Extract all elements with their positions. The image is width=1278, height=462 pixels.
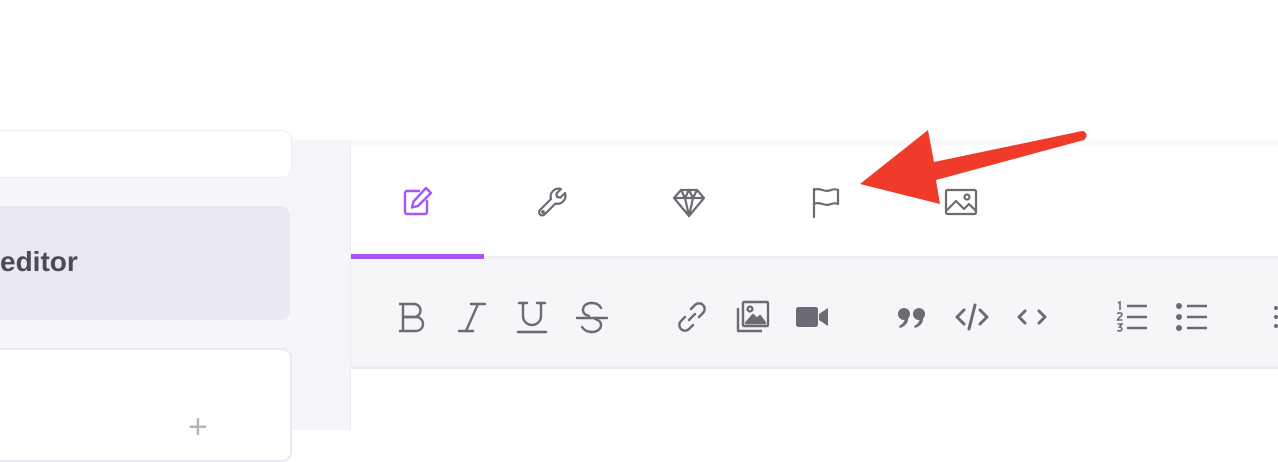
sidebar: editor + xyxy=(0,130,351,462)
wrench-icon xyxy=(537,187,567,217)
editor-panel xyxy=(351,140,1278,430)
inline-code-button[interactable] xyxy=(1012,299,1052,335)
sidebar-item-label: editor xyxy=(0,246,78,277)
ordered-list-icon xyxy=(1116,300,1147,332)
tab-premium[interactable] xyxy=(623,170,755,240)
italic-icon xyxy=(457,302,487,333)
flag-icon xyxy=(812,187,840,219)
quote-icon xyxy=(898,308,925,328)
inline-code-icon xyxy=(1017,309,1047,325)
tab-settings[interactable] xyxy=(487,170,619,240)
link-button[interactable] xyxy=(672,299,712,335)
bullet-list-button[interactable] xyxy=(1172,299,1212,335)
code-block-button[interactable] xyxy=(952,299,992,335)
strikethrough-icon xyxy=(575,301,609,334)
bold-button[interactable] xyxy=(392,299,432,335)
ordered-list-button[interactable] xyxy=(1112,299,1152,335)
formatting-toolbar xyxy=(351,259,1278,369)
bullet-list-icon xyxy=(1176,303,1207,331)
more-options-button[interactable] xyxy=(1266,299,1278,335)
tab-flag[interactable] xyxy=(759,170,891,240)
edit-icon xyxy=(403,186,433,216)
more-icon xyxy=(1274,306,1278,328)
insert-image-button[interactable] xyxy=(732,299,772,335)
sidebar-item-editor[interactable]: editor xyxy=(0,206,290,320)
strikethrough-button[interactable] xyxy=(572,299,612,335)
editor-top-edge xyxy=(351,140,1278,146)
insert-video-button[interactable] xyxy=(792,299,832,335)
sidebar-card[interactable] xyxy=(0,130,292,178)
code-block-icon xyxy=(955,303,989,331)
bold-icon xyxy=(399,302,425,333)
tab-edit[interactable] xyxy=(351,170,483,240)
image-icon xyxy=(944,188,978,216)
video-icon xyxy=(796,307,828,327)
quote-button[interactable] xyxy=(892,299,932,335)
add-icon[interactable]: + xyxy=(188,410,208,444)
sidebar-card-add[interactable]: + xyxy=(0,348,292,462)
diamond-icon xyxy=(672,188,706,218)
underline-button[interactable] xyxy=(512,299,552,335)
underline-icon xyxy=(516,301,548,334)
tab-image[interactable] xyxy=(895,170,1027,240)
link-icon xyxy=(678,302,706,332)
italic-button[interactable] xyxy=(452,299,492,335)
image-icon xyxy=(736,300,770,333)
